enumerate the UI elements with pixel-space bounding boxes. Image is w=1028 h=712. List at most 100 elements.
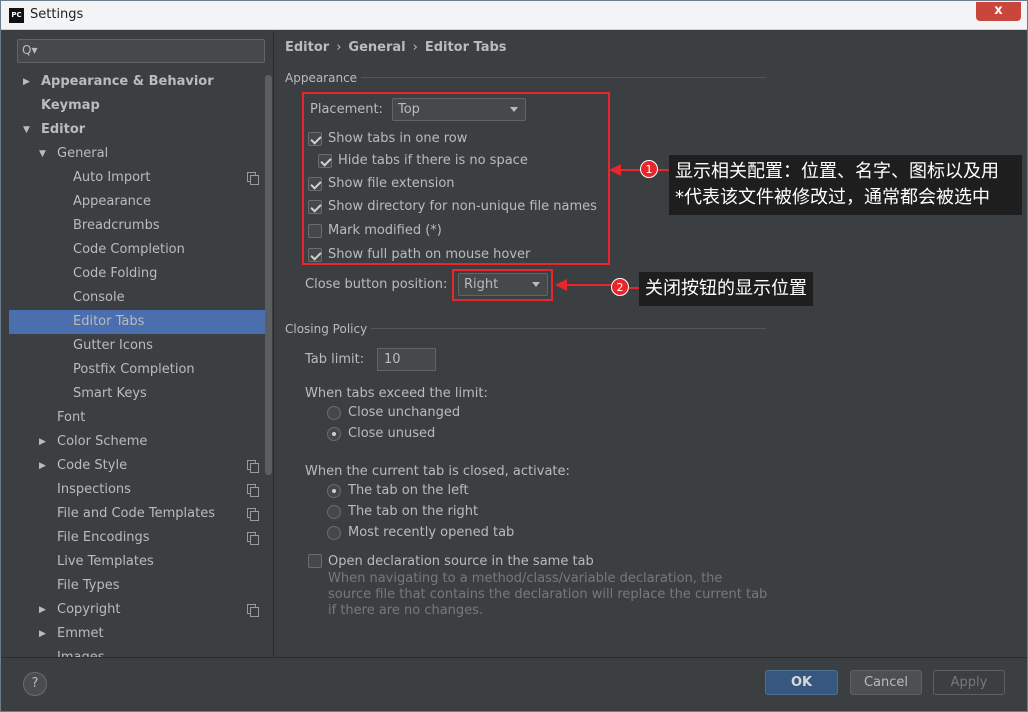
breadcrumb-separator: › [336, 40, 342, 55]
show-full-path-checkbox[interactable] [308, 248, 322, 262]
placement-value: Top [398, 102, 420, 117]
sidebar-item[interactable]: ▼ Editor [9, 118, 272, 142]
most-recent-label: Most recently opened tab [348, 525, 515, 540]
sidebar-item[interactable]: Postfix Completion [9, 358, 272, 382]
chevron-right-icon[interactable]: ▶ [39, 622, 51, 646]
mark-modified-label: Mark modified (*) [328, 223, 442, 238]
sidebar-item[interactable]: File Encodings [9, 526, 272, 550]
sidebar-item[interactable]: Auto Import [9, 166, 272, 190]
sidebar-item[interactable]: Font [9, 406, 272, 430]
search-icon: Q▾ [22, 43, 38, 57]
ok-button[interactable]: OK [765, 670, 838, 695]
help-button[interactable]: ? [23, 672, 47, 696]
sidebar-item[interactable]: ▶ Color Scheme [9, 430, 272, 454]
tab-left-radio[interactable] [327, 484, 341, 498]
copy-settings-icon [247, 460, 259, 473]
hide-tabs-checkbox[interactable] [318, 154, 332, 168]
sidebar-item[interactable]: ▶ Emmet [9, 622, 272, 646]
sidebar-item[interactable]: Editor Tabs [9, 310, 272, 334]
sidebar-item[interactable]: Keymap [9, 94, 272, 118]
sidebar-scrollbar[interactable] [265, 75, 272, 475]
callout-1-line-2: *代表该文件被修改过，通常都会被选中 [675, 187, 990, 208]
sidebar-item-label: Copyright [57, 602, 121, 617]
chevron-right-icon[interactable]: ▶ [39, 598, 51, 622]
open-declaration-label: Open declaration source in the same tab [328, 554, 594, 569]
sidebar-item-label: Console [73, 290, 125, 305]
exceed-limit-label: When tabs exceed the limit: [305, 386, 488, 401]
sidebar-item-label: Emmet [57, 626, 104, 641]
chevron-down-icon [510, 107, 518, 112]
sidebar-item[interactable]: Smart Keys [9, 382, 272, 406]
sidebar-item-label: Code Style [57, 458, 128, 473]
chevron-right-icon[interactable]: ▶ [39, 430, 51, 454]
settings-window: PC Settings x Q▾ ▶ Appearance & Behavior K… [0, 0, 1028, 712]
breadcrumb-item: General [348, 40, 406, 55]
apply-button[interactable]: Apply [933, 670, 1005, 695]
mark-modified-checkbox[interactable] [308, 224, 322, 238]
section-divider [361, 77, 766, 78]
close-unchanged-radio[interactable] [327, 406, 341, 420]
sidebar-item[interactable]: Inspections [9, 478, 272, 502]
search-input[interactable]: Q▾ [17, 39, 265, 63]
show-tabs-one-row-checkbox[interactable] [308, 132, 322, 146]
show-directory-checkbox[interactable] [308, 200, 322, 214]
sidebar-item-label: Editor [41, 122, 86, 137]
copy-settings-icon [247, 172, 259, 185]
sidebar-item[interactable]: Code Completion [9, 238, 272, 262]
close-unused-radio[interactable] [327, 427, 341, 441]
tab-limit-input[interactable]: 10 [377, 348, 436, 371]
show-full-path-label: Show full path on mouse hover [328, 247, 531, 262]
close-unchanged-label: Close unchanged [348, 405, 461, 420]
sidebar-item-label: Inspections [57, 482, 131, 497]
annotation-badge-1: 1 [640, 160, 658, 178]
sidebar-item[interactable]: Console [9, 286, 272, 310]
sidebar-item-label: Appearance [73, 194, 152, 209]
tab-left-label: The tab on the left [348, 483, 469, 498]
close-button-position-select[interactable]: Right [458, 273, 548, 296]
show-tabs-one-row-label: Show tabs in one row [328, 131, 468, 146]
breadcrumb-item: Editor Tabs [424, 40, 507, 55]
close-window-button[interactable]: x [976, 2, 1021, 21]
sidebar-item[interactable]: Breadcrumbs [9, 214, 272, 238]
sidebar-item-label: Gutter Icons [73, 338, 153, 353]
copy-settings-icon [247, 484, 259, 497]
sidebar-item[interactable]: ▶ Appearance & Behavior [9, 70, 272, 94]
sidebar-item[interactable]: Images [9, 646, 272, 657]
sidebar-item-label: Appearance & Behavior [41, 74, 214, 89]
close-button-position-label: Close button position: [305, 277, 448, 292]
sidebar-item-label: General [57, 146, 109, 161]
sidebar-item-label: Color Scheme [57, 434, 148, 449]
show-file-extension-checkbox[interactable] [308, 177, 322, 191]
sidebar-item[interactable]: File and Code Templates [9, 502, 272, 526]
sidebar-item[interactable]: ▶ Code Style [9, 454, 272, 478]
sidebar-item[interactable]: Live Templates [9, 550, 272, 574]
sidebar-item-label: Auto Import [73, 170, 151, 185]
sidebar-item-label: Font [57, 410, 86, 425]
chevron-right-icon[interactable]: ▶ [23, 70, 35, 94]
chevron-right-icon[interactable]: ▶ [39, 454, 51, 478]
sidebar-item-label: Code Completion [73, 242, 185, 257]
sidebar-item[interactable]: Code Folding [9, 262, 272, 286]
cancel-button[interactable]: Cancel [850, 670, 922, 695]
breadcrumb-item: Editor [285, 40, 330, 55]
sidebar-item[interactable]: ▶ Copyright [9, 598, 272, 622]
sidebar-item[interactable]: File Types [9, 574, 272, 598]
tab-right-radio[interactable] [327, 505, 341, 519]
title-bar: PC Settings x [1, 1, 1027, 30]
placement-select[interactable]: Top [392, 98, 526, 121]
chevron-down-icon[interactable]: ▼ [39, 142, 51, 166]
annotation-arrow-line-1 [620, 169, 642, 171]
sidebar-item[interactable]: Appearance [9, 190, 272, 214]
most-recent-radio[interactable] [327, 526, 341, 540]
settings-sidebar: Q▾ ▶ Appearance & Behavior Keymap ▼ Editor ▼ G… [9, 31, 274, 657]
breadcrumb-separator: › [412, 40, 418, 55]
sidebar-item[interactable]: Gutter Icons [9, 334, 272, 358]
editor-tabs-panel: Editor › General › Editor Tabs Appearance Pl… [275, 31, 1027, 657]
close-unused-label: Close unused [348, 426, 436, 441]
sidebar-item-label: Images [57, 646, 105, 657]
chevron-down-icon[interactable]: ▼ [23, 118, 35, 142]
sidebar-item[interactable]: ▼ General [9, 142, 272, 166]
open-declaration-checkbox[interactable] [308, 554, 322, 568]
close-icon: x [994, 3, 1003, 18]
sidebar-item-label: Live Templates [57, 554, 154, 569]
